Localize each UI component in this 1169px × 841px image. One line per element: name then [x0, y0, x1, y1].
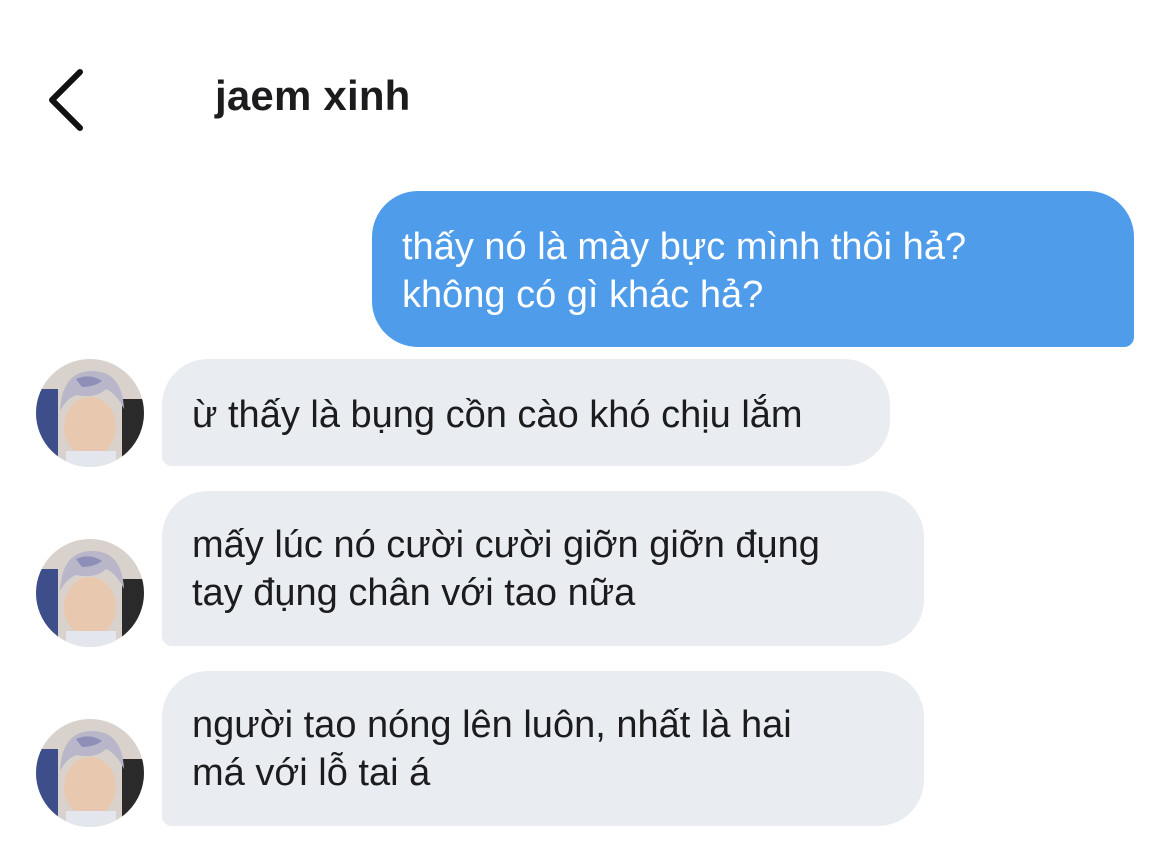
avatar[interactable] [36, 719, 144, 827]
message-text: người tao nóng lên luôn, nhất là hai má … [192, 704, 792, 794]
back-button[interactable] [38, 62, 98, 138]
message-text: thấy nó là mày bực mình thôi hả? không c… [402, 226, 967, 316]
sent-message-bubble[interactable]: thấy nó là mày bực mình thôi hả? không c… [372, 191, 1134, 347]
avatar[interactable] [36, 359, 144, 467]
chat-header: jaem xinh [0, 0, 1169, 170]
message-text: ừ thấy là bụng cồn cào khó chịu lắm [192, 394, 803, 436]
received-message-bubble[interactable]: người tao nóng lên luôn, nhất là hai má … [162, 671, 924, 826]
avatar[interactable] [36, 539, 144, 647]
contact-name[interactable]: jaem xinh [215, 72, 411, 120]
received-message-bubble[interactable]: mấy lúc nó cười cười giỡn giỡn đụng tay … [162, 491, 924, 646]
chevron-left-icon [38, 62, 98, 138]
message-text: mấy lúc nó cười cười giỡn giỡn đụng tay … [192, 524, 820, 614]
received-message-bubble[interactable]: ừ thấy là bụng cồn cào khó chịu lắm [162, 359, 890, 466]
